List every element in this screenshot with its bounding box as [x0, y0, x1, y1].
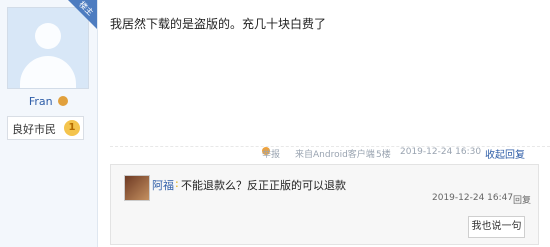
- reply-box: 阿福 : 不能退款么？反正正版的可以退款 2019-12-24 16:47 回复…: [110, 164, 539, 245]
- username-link[interactable]: Fran: [0, 95, 97, 108]
- username-text[interactable]: Fran: [29, 95, 53, 108]
- user-emoji-icon: [58, 96, 69, 106]
- reply-colon: :: [175, 177, 179, 190]
- user-title: 良好市民: [12, 123, 56, 136]
- post-content: 我居然下载的是盗版的。充几十块白费了: [110, 17, 327, 31]
- say-something-button[interactable]: 我也说一句: [468, 216, 525, 238]
- post-time: 2019-12-24 16:30: [400, 147, 482, 157]
- post-meta-bar: 举报 来自Android客户端 5楼 2019-12-24 16:30 收起回复: [0, 147, 550, 161]
- user-title-box: 良好市民 1: [7, 116, 84, 140]
- avatar-body-shape: [20, 56, 76, 88]
- avatar-head-shape: [35, 23, 61, 49]
- reply-button[interactable]: 回复: [513, 193, 531, 206]
- source-text: 来自Android客户端: [295, 150, 375, 160]
- level-badge-icon[interactable]: 1: [64, 120, 80, 136]
- reply-time: 2019-12-24 16:47: [432, 193, 514, 203]
- user-panel: 楼主 Fran 良好市民 1: [0, 0, 98, 247]
- collapse-reply-link[interactable]: 收起回复: [485, 146, 525, 161]
- reply-username[interactable]: 阿福: [152, 177, 174, 193]
- floor-text: 5楼: [376, 150, 391, 160]
- op-ribbon: 楼主: [67, 0, 97, 29]
- reply-avatar[interactable]: [124, 175, 150, 201]
- reply-text: 不能退款么？反正正版的可以退款: [181, 179, 346, 192]
- report-label[interactable]: 举报: [262, 147, 280, 160]
